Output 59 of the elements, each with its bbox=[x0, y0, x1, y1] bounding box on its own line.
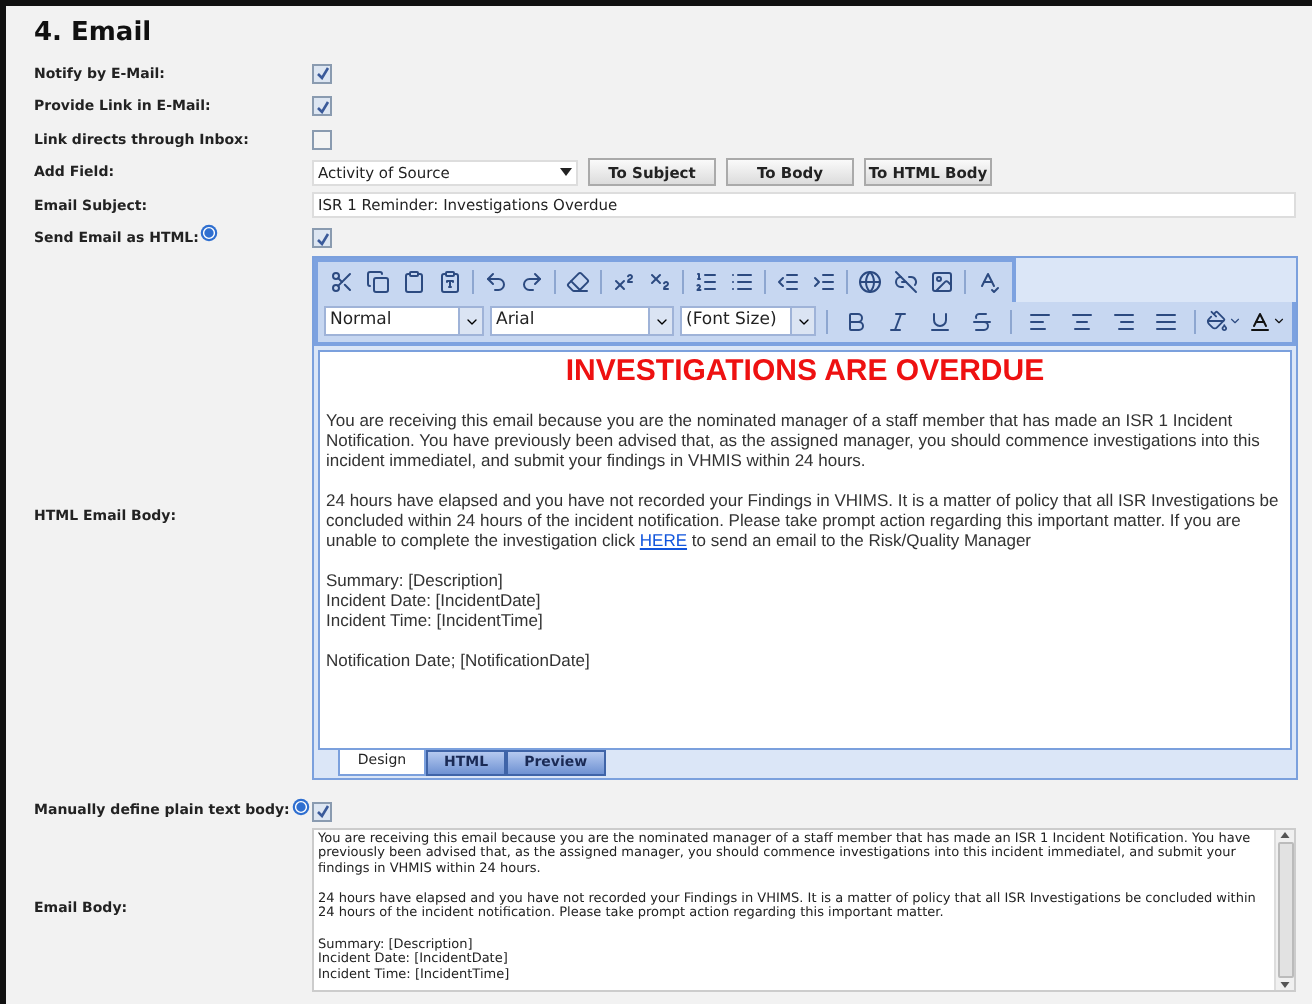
globe-icon bbox=[858, 269, 882, 293]
caret-icon bbox=[1228, 314, 1242, 328]
checkmark-icon bbox=[315, 99, 329, 114]
scroll-down-icon[interactable] bbox=[1280, 981, 1290, 987]
scissors-icon bbox=[330, 269, 354, 293]
checkbox[interactable] bbox=[312, 801, 332, 821]
align-right-icon bbox=[1112, 309, 1136, 333]
clipboard-icon bbox=[402, 269, 426, 293]
underline-icon bbox=[928, 309, 952, 333]
subscript-icon bbox=[648, 269, 672, 293]
paint-bucket-icon bbox=[1206, 310, 1228, 332]
font-color-button[interactable] bbox=[1248, 309, 1286, 333]
indent-icon bbox=[812, 269, 836, 293]
undo-icon bbox=[484, 269, 508, 293]
align-justify-icon bbox=[1154, 309, 1178, 333]
dropdown[interactable]: Normal bbox=[324, 306, 484, 336]
caret-icon bbox=[560, 168, 572, 177]
placeholder-line: Incident Time: [IncidentTime] bbox=[326, 609, 543, 629]
checkbox[interactable] bbox=[312, 228, 332, 249]
checkbox[interactable] bbox=[312, 129, 332, 150]
email-body-field[interactable] bbox=[312, 827, 1296, 991]
checkmark-icon bbox=[315, 231, 329, 246]
section-title: 4. Email bbox=[34, 16, 152, 52]
placeholder-line: Summary: [Description] bbox=[326, 569, 503, 589]
scroll-up-icon[interactable] bbox=[1280, 831, 1290, 837]
help-icon[interactable] bbox=[200, 224, 219, 243]
help-icon[interactable] bbox=[291, 797, 310, 815]
italic-icon bbox=[886, 309, 910, 333]
numbered-list-icon bbox=[694, 269, 718, 293]
outdent-icon bbox=[776, 269, 800, 293]
email-paragraph: 24 hours have elapsed and you have not recorded your Findings in VHIMS. It is a matter of policy that all ISR Investigations be concluded within 24 hours of the incident notification. Please take prompt action regarding this important matter. If you are unable to complete the investigation click HERE to send an email to the Risk/Quality Manager bbox=[326, 489, 1281, 549]
caret-icon bbox=[1272, 314, 1286, 328]
checkbox[interactable] bbox=[312, 96, 332, 117]
image-icon bbox=[930, 269, 954, 293]
strikethrough-icon bbox=[970, 309, 994, 333]
highlight-button[interactable] bbox=[1206, 310, 1242, 332]
copy-icon bbox=[366, 269, 390, 293]
here-link[interactable]: HERE bbox=[639, 529, 688, 549]
placeholder-line: Notification Date; [NotificationDate] bbox=[326, 649, 590, 669]
redo-icon bbox=[520, 269, 544, 293]
unlink-icon bbox=[894, 269, 918, 293]
spellcheck-icon bbox=[976, 269, 1000, 293]
bold-icon bbox=[844, 309, 868, 333]
checkbox[interactable] bbox=[312, 63, 332, 84]
clipboard-text-icon bbox=[438, 269, 462, 293]
checkmark-icon bbox=[315, 66, 329, 81]
editor-content[interactable] bbox=[318, 349, 1292, 749]
scrollbar[interactable] bbox=[1274, 829, 1294, 989]
align-left-icon bbox=[1028, 309, 1052, 333]
email-paragraph: You are receiving this email because you are the nominated manager of a staff member that has made an ISR 1 Incident Notification. You have previously been advised that, as the assigned manager, you should commence investigations into this incident immediatel, and submit your findings in VHMIS within 24 hours. bbox=[326, 409, 1262, 469]
email-heading: INVESTIGATIONS ARE OVERDUE bbox=[565, 353, 1045, 389]
dropdown[interactable]: Arial bbox=[490, 306, 674, 336]
align-center-icon bbox=[1070, 309, 1094, 333]
eraser-icon bbox=[566, 269, 590, 293]
placeholder-line: Incident Date: [IncidentDate] bbox=[326, 589, 541, 609]
font-color-icon bbox=[1248, 309, 1272, 333]
superscript-icon bbox=[612, 269, 636, 293]
checkmark-icon bbox=[315, 804, 329, 818]
dropdown[interactable]: (Font Size) bbox=[680, 306, 816, 336]
